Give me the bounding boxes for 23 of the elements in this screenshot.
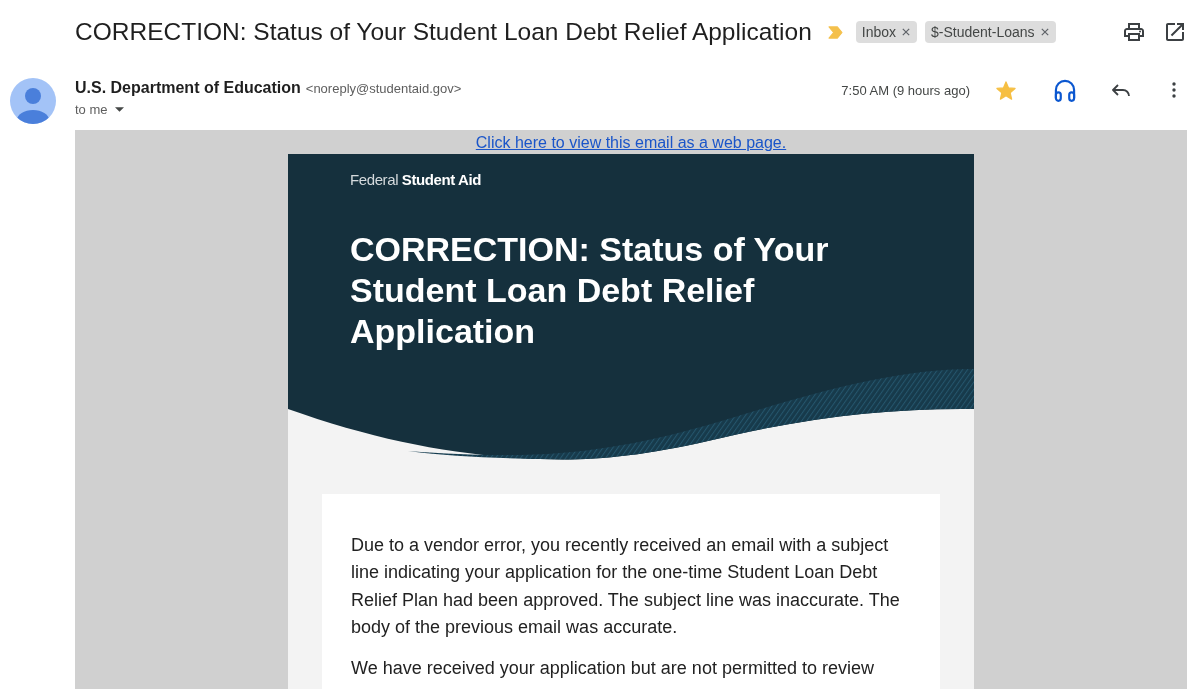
reply-icon[interactable] bbox=[1112, 83, 1130, 97]
more-options-icon[interactable] bbox=[1172, 82, 1176, 98]
label-chip[interactable]: $-Student-Loans bbox=[925, 21, 1056, 43]
remove-label-icon[interactable] bbox=[902, 28, 910, 36]
sender-name: U.S. Department of Education bbox=[75, 79, 301, 97]
remove-label-icon[interactable] bbox=[1040, 28, 1049, 36]
open-in-new-window-icon[interactable] bbox=[1166, 23, 1184, 41]
print-icon[interactable] bbox=[1124, 23, 1144, 41]
label-chip[interactable]: Inbox bbox=[855, 21, 917, 43]
email-heading: CORRECTION: Status of Your Student Loan Debt Relief Application bbox=[350, 229, 830, 352]
recipient-details-dropdown[interactable]: to me bbox=[75, 102, 124, 117]
message-time: 7:50 AM (9 hours ago) bbox=[841, 82, 970, 98]
federal-student-aid-logo: Federal Student Aid bbox=[350, 171, 482, 189]
message-paragraph: Due to a vendor error, you recently received an email with a subject line indicating your application for the one-time Student Loan Debt Relief Plan had been approved. The subject line was inaccurate. The body of the previous email was accurate. bbox=[351, 534, 901, 639]
star-icon[interactable] bbox=[996, 80, 1016, 100]
sender-email: <noreply@studentaid.gov> bbox=[305, 81, 462, 96]
email-subject: CORRECTION: Status of Your Student Loan Debt Relief Application bbox=[75, 18, 812, 46]
avatar-icon bbox=[10, 78, 56, 124]
web-version-link[interactable]: Click here to view this email as a web page. bbox=[475, 132, 787, 154]
message-paragraph: We have received your application but are not permitted to review bbox=[351, 657, 875, 681]
headphones-icon[interactable] bbox=[1054, 78, 1076, 102]
importance-marker-icon[interactable] bbox=[827, 25, 843, 39]
caret-icon bbox=[114, 107, 124, 112]
